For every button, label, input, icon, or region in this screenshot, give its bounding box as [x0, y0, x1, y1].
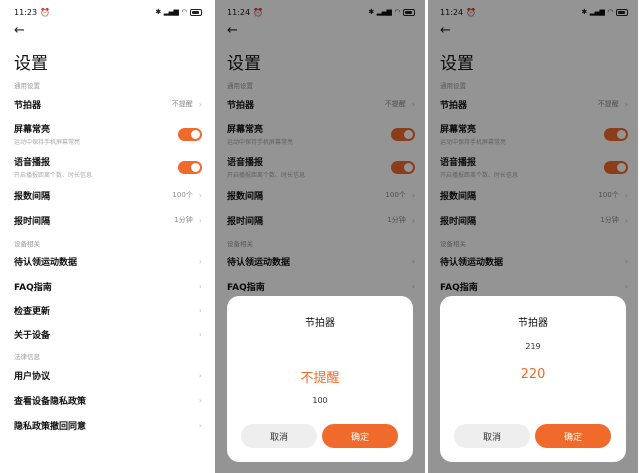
battery-icon [190, 8, 202, 16]
chevron-right-icon: › [198, 256, 202, 266]
settings-item-unclaimed-data[interactable]: 待认领运动数据 › [14, 254, 202, 268]
page-title: 设置 [14, 54, 48, 74]
settings-screen-2: 11:24 ⏰ ✱ ▂▄▆ ◠ ← 设置 通用设置 节拍器 不提醒 › 屏幕常亮运… [215, 0, 425, 473]
sheet-title: 节拍器 [518, 318, 548, 329]
settings-item-time-interval[interactable]: 报时间隔 1分钟 › [14, 213, 202, 227]
sheet-title: 节拍器 [305, 318, 335, 329]
confirm-button[interactable]: 确定 [322, 424, 398, 448]
settings-item-privacy-policy[interactable]: 查看设备隐私政策 › [14, 393, 202, 407]
voice-toggle[interactable] [178, 160, 202, 174]
chevron-right-icon: › [198, 215, 202, 225]
item-value: 1分钟 [174, 216, 193, 224]
section-label-general: 通用设置 [14, 82, 40, 90]
settings-screen-1: 11:23 ⏰ ✱ ▂▄▆ ◠ ← 设置 通用设置 节拍器 不提醒 › 屏幕常亮运… [2, 0, 212, 473]
cancel-button[interactable]: 取消 [454, 424, 530, 448]
item-value: 100个 [172, 191, 193, 199]
settings-item-check-update[interactable]: 检查更新 › [14, 303, 202, 317]
chevron-right-icon: › [198, 281, 202, 291]
settings-item-user-agreement[interactable]: 用户协议 › [14, 368, 202, 382]
cancel-button[interactable]: 取消 [241, 424, 317, 448]
settings-screen-3: 11:24 ⏰ ✱ ▂▄▆ ◠ ← 设置 通用设置 节拍器 不提醒 › 屏幕常亮运… [428, 0, 638, 473]
picker-option[interactable]: 219 [440, 342, 626, 351]
chevron-right-icon: › [198, 370, 202, 380]
settings-item-faq[interactable]: FAQ指南 › [14, 279, 202, 293]
screenshot-collage: 11:23 ⏰ ✱ ▂▄▆ ◠ ← 设置 通用设置 节拍器 不提醒 › 屏幕常亮运… [0, 0, 640, 473]
settings-item-voice[interactable]: 语音播报 开启播报距离个数、时长信息 [14, 156, 202, 179]
settings-item-count-interval[interactable]: 报数间隔 100个 › [14, 188, 202, 202]
chevron-right-icon: › [198, 190, 202, 200]
signal-icon: ▂▄▆ [163, 8, 179, 16]
settings-item-screen-on[interactable]: 屏幕常亮 运动中保持手机屏幕常亮 [14, 123, 202, 146]
settings-item-metronome[interactable]: 节拍器 不提醒 › [14, 97, 202, 111]
back-arrow-icon[interactable]: ← [14, 24, 28, 38]
settings-item-revoke-consent[interactable]: 隐私政策撤回同意 › [14, 418, 202, 432]
settings-item-about-device[interactable]: 关于设备 › [14, 327, 202, 341]
metronome-picker-sheet: 节拍器 不提醒 100 取消 确定 [227, 296, 413, 462]
chevron-right-icon: › [198, 99, 202, 109]
section-label-legal: 法律信息 [14, 353, 40, 361]
chevron-right-icon: › [198, 395, 202, 405]
picker-option[interactable]: 100 [227, 396, 413, 405]
status-bar: 11:23 ⏰ ✱ ▂▄▆ ◠ [14, 6, 202, 18]
chevron-right-icon: › [198, 420, 202, 430]
section-label-device: 设备相关 [14, 240, 40, 248]
chevron-right-icon: › [198, 329, 202, 339]
screen-on-toggle[interactable] [178, 127, 202, 141]
item-value: 不提醒 [171, 100, 193, 108]
alarm-icon: ⏰ [40, 7, 51, 17]
bluetooth-icon: ✱ [155, 8, 161, 16]
status-time: 11:23 [14, 7, 38, 17]
picker-selected-value[interactable]: 不提醒 [227, 367, 413, 386]
wifi-icon: ◠ [181, 8, 187, 16]
confirm-button[interactable]: 确定 [535, 424, 611, 448]
picker-selected-value[interactable]: 220 [440, 367, 626, 382]
chevron-right-icon: › [198, 305, 202, 315]
metronome-picker-sheet: 节拍器 219 220 取消 确定 [440, 296, 626, 462]
